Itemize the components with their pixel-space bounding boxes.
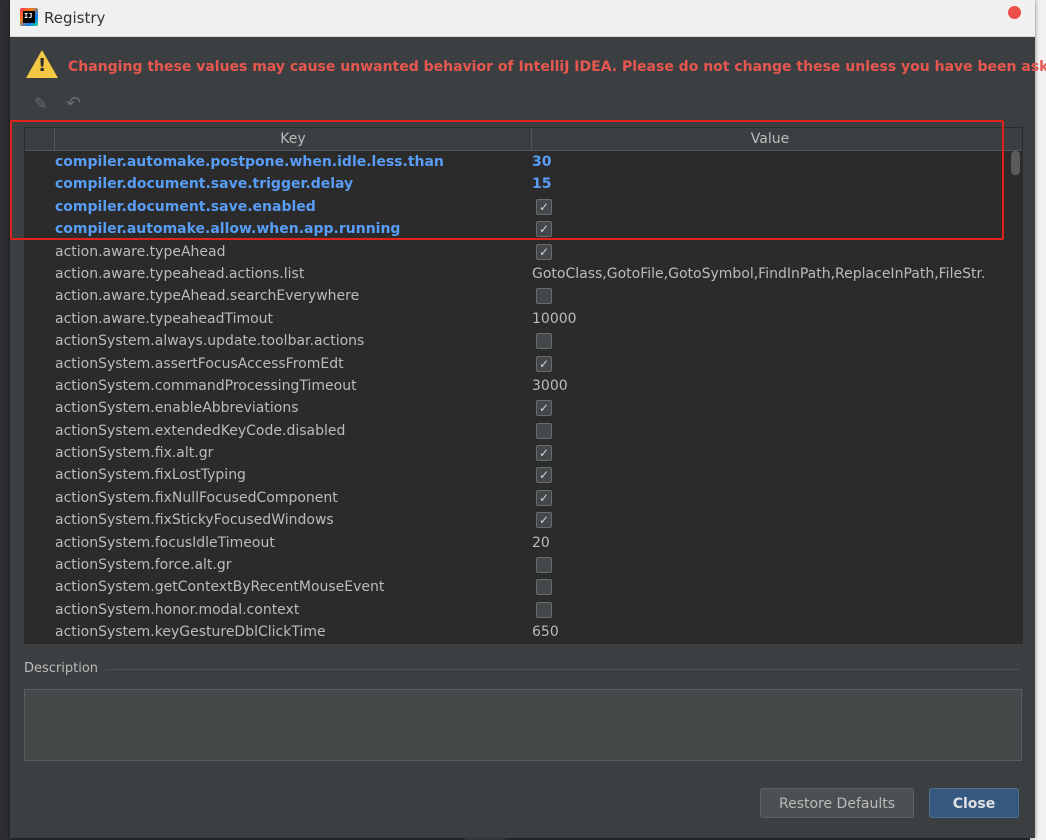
window-title: Registry [44,9,106,27]
checkbox-unchecked[interactable] [536,557,552,574]
row-key: actionSystem.fixNullFocusedComponent [55,489,338,506]
row-key: actionSystem.force.alt.gr [55,557,232,574]
checkbox-unchecked[interactable] [536,422,552,439]
pencil-icon[interactable]: ✎ [34,95,52,113]
registry-dialog: Registry Changing these values may cause… [10,0,1046,838]
row-key: actionSystem.fixStickyFocusedWindows [55,512,334,529]
checkbox-unchecked[interactable] [536,601,552,618]
scrollbar-thumb[interactable] [1011,151,1020,175]
restore-defaults-button[interactable]: Restore Defaults [760,788,914,818]
checkbox-unchecked[interactable] [536,288,552,305]
table-row[interactable]: actionSystem.fixLostTyping ✓ [25,464,1008,486]
row-key: actionSystem.assertFocusAccessFromEdt [55,355,344,372]
table-row[interactable]: actionSystem.fix.alt.gr ✓ [25,442,1008,464]
row-key: actionSystem.getContextByRecentMouseEven… [55,579,385,596]
checkbox-checked[interactable]: ✓ [536,512,552,529]
row-key: actionSystem.fixLostTyping [55,467,246,484]
intellij-app-icon [20,8,38,26]
table-scrollbar[interactable] [1009,151,1022,643]
table-row[interactable]: actionSystem.fixNullFocusedComponent ✓ [25,487,1008,509]
table-row[interactable]: action.aware.typeAhead ✓ [25,241,1008,263]
table-row[interactable]: actionSystem.getContextByRecentMouseEven… [25,576,1008,598]
checkbox-checked[interactable]: ✓ [536,400,552,417]
checkbox-checked[interactable]: ✓ [536,467,552,484]
row-key: actionSystem.keyGestureDblClickTime [55,624,326,641]
table-row[interactable]: actionSystem.enableAbbreviations ✓ [25,397,1008,419]
description-divider [106,669,1019,670]
row-key: action.aware.typeaheadTimout [55,310,274,327]
row-value[interactable]: GotoClass,GotoFile,GotoSymbol,FindInPath… [532,263,1008,285]
description-label: Description [24,661,99,676]
row-value[interactable]: 10000 [532,308,1008,330]
checkbox-checked[interactable]: ✓ [536,243,552,260]
row-value[interactable]: 3000 [532,375,1008,397]
undo-icon[interactable]: ↶ [66,95,84,113]
close-button[interactable]: Close [929,788,1019,818]
warning-message: Changing these values may cause unwanted… [68,59,1046,75]
table-row[interactable]: action.aware.typeahead.actions.list GotoC… [25,263,1008,285]
row-value[interactable]: 650 [532,621,1008,643]
row-key: actionSystem.fix.alt.gr [55,445,214,462]
row-key: actionSystem.commandProcessingTimeout [55,377,357,394]
table-row[interactable]: actionSystem.honor.modal.context [25,599,1008,621]
table-row[interactable]: actionSystem.force.alt.gr [25,554,1008,576]
table-row[interactable]: action.aware.typeaheadTimout 10000 [25,308,1008,330]
row-key: action.aware.typeAhead [55,243,226,260]
table-row[interactable]: actionSystem.keyGestureDblClickTime 650 [25,621,1008,643]
row-key: actionSystem.extendedKeyCode.disabled [55,422,346,439]
row-key: actionSystem.focusIdleTimeout [55,534,275,551]
table-row[interactable]: actionSystem.always.update.toolbar.actio… [25,330,1008,352]
row-key: action.aware.typeahead.actions.list [55,265,305,282]
table-row[interactable]: action.aware.typeAhead.searchEverywhere [25,285,1008,307]
row-key: actionSystem.always.update.toolbar.actio… [55,333,365,350]
checkbox-checked[interactable]: ✓ [536,445,552,462]
table-row[interactable]: actionSystem.focusIdleTimeout 20 [25,532,1008,554]
row-key: action.aware.typeAhead.searchEverywhere [55,288,360,305]
row-key: actionSystem.enableAbbreviations [55,400,299,417]
table-row[interactable]: actionSystem.assertFocusAccessFromEdt ✓ [25,353,1008,375]
title-bar[interactable]: Registry [10,0,1035,37]
checkbox-checked[interactable]: ✓ [536,489,552,506]
highlight-annotation [10,120,1004,240]
checkbox-checked[interactable]: ✓ [536,355,552,372]
table-row[interactable]: actionSystem.commandProcessingTimeout 300… [25,375,1008,397]
table-row[interactable]: actionSystem.extendedKeyCode.disabled [25,420,1008,442]
row-value[interactable]: 20 [532,532,1008,554]
checkbox-unchecked[interactable] [536,333,552,350]
checkbox-unchecked[interactable] [536,579,552,596]
close-window-icon[interactable] [1008,6,1021,19]
warning-icon [26,50,58,78]
background-app-left [0,0,10,840]
description-box [24,689,1022,761]
table-row[interactable]: actionSystem.fixStickyFocusedWindows ✓ [25,509,1008,531]
row-key: actionSystem.honor.modal.context [55,601,300,618]
